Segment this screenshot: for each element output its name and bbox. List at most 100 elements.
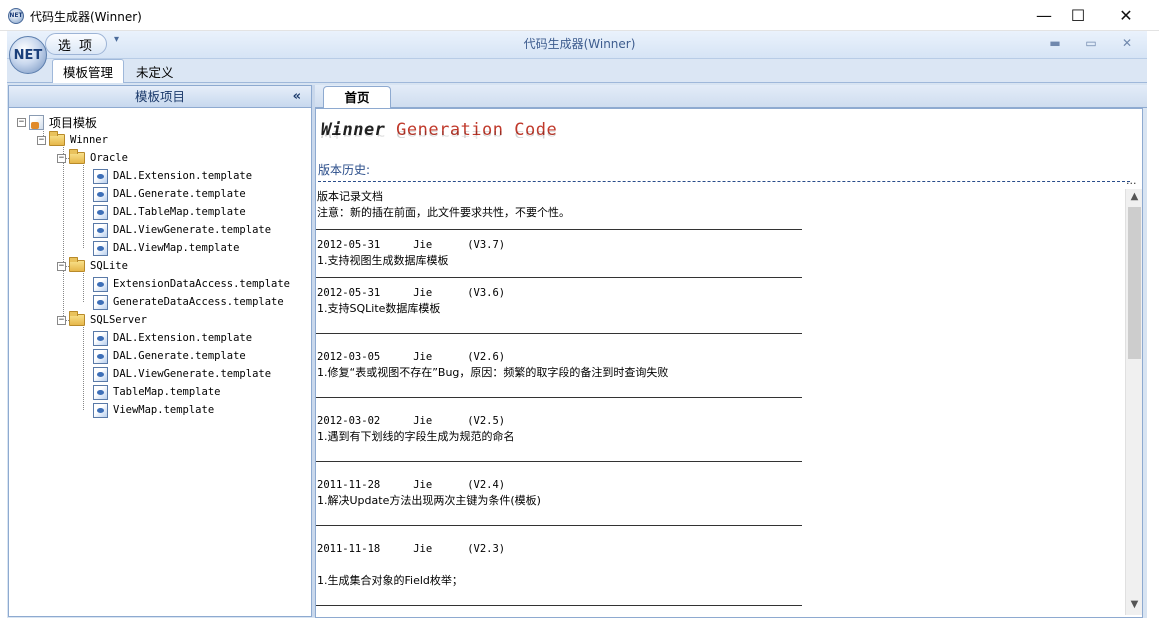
entry-version: (V3.7) bbox=[467, 239, 506, 251]
tree-folder-sqlserver[interactable]: − SQLServer bbox=[57, 311, 147, 329]
entry-version: (V3.6) bbox=[467, 287, 506, 299]
separator bbox=[316, 333, 802, 334]
template-file-icon bbox=[93, 384, 108, 400]
history-divider bbox=[318, 181, 1130, 182]
entry-version: (V2.6) bbox=[467, 351, 506, 363]
tree-label: DAL.Extension.template bbox=[113, 170, 253, 182]
tree-label: DAL.Generate.template bbox=[113, 350, 246, 362]
tree-label: DAL.Extension.template bbox=[113, 332, 253, 344]
more-icon[interactable]: ... bbox=[1126, 174, 1137, 187]
template-project-panel: 模板项目 « − 项目模板 − Winner − Oracle DAL.Exte… bbox=[8, 85, 312, 617]
entry-version: (V2.5) bbox=[467, 415, 506, 427]
separator bbox=[316, 525, 802, 526]
entry-meta: 2012-05-31 Jie (V3.6) bbox=[317, 285, 505, 301]
collapse-icon[interactable]: − bbox=[57, 153, 66, 163]
tree-label: ViewMap.template bbox=[113, 404, 215, 416]
version-history-label: 版本历史: bbox=[318, 163, 371, 177]
orb-label: NET bbox=[13, 47, 43, 63]
entry-author: Jie bbox=[413, 479, 433, 491]
tree-label: ExtensionDataAccess.template bbox=[113, 278, 291, 290]
tab-undefined[interactable]: 未定义 bbox=[126, 59, 184, 83]
window-title-bar: NET 代码生成器(Winner) — ☐ ✕ bbox=[0, 0, 1159, 31]
panel-title: 模板项目 bbox=[134, 89, 185, 104]
separator bbox=[316, 229, 802, 230]
separator bbox=[316, 605, 802, 606]
entry-author: Jie bbox=[413, 239, 433, 251]
separator bbox=[316, 397, 802, 398]
mdi-restore-button[interactable]: ▭ bbox=[1081, 36, 1101, 50]
version-log-textbox[interactable]: 版本记录文档 注意：新的插在前面，此文件要求共性，不要个性。 2012-05-3… bbox=[316, 189, 1125, 614]
entry-meta: 2012-03-02 Jie (V2.5) bbox=[317, 413, 505, 429]
tree-file[interactable]: DAL.ViewMap.template bbox=[93, 239, 239, 257]
collapse-icon[interactable]: − bbox=[57, 315, 66, 325]
panel-header: 模板项目 bbox=[9, 86, 311, 108]
entry-author: Jie bbox=[413, 287, 433, 299]
banner-reflection-winner: Winner bbox=[321, 128, 386, 139]
folder-icon bbox=[49, 131, 65, 146]
template-file-icon bbox=[93, 402, 108, 418]
tree-folder-oracle[interactable]: − Oracle bbox=[57, 149, 128, 167]
app-icon: NET bbox=[8, 8, 24, 24]
tree-file[interactable]: ViewMap.template bbox=[93, 401, 214, 419]
mdi-close-button[interactable]: ✕ bbox=[1117, 36, 1137, 50]
tree-label: TableMap.template bbox=[113, 386, 221, 398]
template-file-icon bbox=[93, 222, 108, 238]
tree-folder-sqlite[interactable]: − SQLite bbox=[57, 257, 128, 275]
tree-file[interactable]: GenerateDataAccess.template bbox=[93, 293, 284, 311]
tree-file[interactable]: DAL.Generate.template bbox=[93, 185, 246, 203]
tree-label: SQLite bbox=[90, 260, 128, 272]
entry-text: 1.支持SQLite数据库模板 bbox=[317, 302, 441, 315]
tree-label: DAL.ViewGenerate.template bbox=[113, 368, 272, 380]
tree-file[interactable]: DAL.Extension.template bbox=[93, 167, 252, 185]
entry-date: 2011-11-18 bbox=[317, 543, 381, 555]
tree-label: 项目模板 bbox=[49, 115, 98, 130]
tree-folder-winner[interactable]: − Winner bbox=[37, 131, 108, 149]
collapse-icon[interactable]: − bbox=[17, 117, 26, 127]
collapse-panel-icon[interactable]: « bbox=[293, 86, 301, 108]
tree-file[interactable]: ExtensionDataAccess.template bbox=[93, 275, 290, 293]
maximize-button[interactable]: ☐ bbox=[1055, 0, 1101, 31]
scroll-up-icon[interactable]: ▲ bbox=[1126, 191, 1143, 205]
application-orb-button[interactable]: NET bbox=[9, 36, 47, 74]
tree-label: Oracle bbox=[90, 152, 128, 164]
template-file-icon bbox=[93, 204, 108, 220]
entry-text: 1.生成集合对象的Field枚举； bbox=[317, 574, 463, 587]
tree-root[interactable]: − 项目模板 bbox=[17, 113, 97, 131]
collapse-icon[interactable]: − bbox=[57, 261, 66, 271]
entry-text: 1.修复“表或视图不存在”Bug，原因：频繁的取字段的备注到时查询失败 bbox=[317, 366, 669, 379]
entry-meta: 2011-11-28 Jie (V2.4) bbox=[317, 477, 505, 493]
tree-file[interactable]: DAL.TableMap.template bbox=[93, 203, 246, 221]
project-icon bbox=[29, 114, 44, 130]
tree-file[interactable]: DAL.Extension.template bbox=[93, 329, 252, 347]
entry-date: 2011-11-28 bbox=[317, 479, 381, 491]
scroll-down-icon[interactable]: ▼ bbox=[1126, 599, 1143, 613]
tab-template-management[interactable]: 模板管理 bbox=[52, 59, 125, 84]
scroll-thumb[interactable] bbox=[1128, 207, 1141, 359]
tree-file[interactable]: DAL.ViewGenerate.template bbox=[93, 365, 271, 383]
tree-label: DAL.Generate.template bbox=[113, 188, 246, 200]
entry-meta: 2011-11-18 Jie (V2.3) bbox=[317, 541, 505, 557]
folder-icon bbox=[69, 257, 85, 272]
tree-file[interactable]: TableMap.template bbox=[93, 383, 220, 401]
banner-reflection-rest: Generation Code bbox=[385, 128, 558, 139]
tree-label: Winner bbox=[70, 134, 108, 146]
template-file-icon bbox=[93, 240, 108, 256]
collapse-icon[interactable]: − bbox=[37, 135, 46, 145]
mdi-minimize-button[interactable]: ▬ bbox=[1045, 36, 1065, 50]
tab-home[interactable]: 首页 bbox=[323, 86, 391, 109]
folder-icon bbox=[69, 311, 85, 326]
entry-version: (V2.4) bbox=[467, 479, 506, 491]
entry-version: (V2.3) bbox=[467, 543, 506, 555]
separator bbox=[316, 461, 802, 462]
entry-author: Jie bbox=[413, 351, 433, 363]
template-file-icon bbox=[93, 168, 108, 184]
entry-date: 2012-05-31 bbox=[317, 287, 381, 299]
window-title: 代码生成器(Winner) bbox=[30, 10, 142, 24]
template-file-icon bbox=[93, 330, 108, 346]
banner-reflection: Winner Generation Code bbox=[321, 128, 557, 139]
vertical-scrollbar[interactable]: ▲ ▼ bbox=[1125, 189, 1142, 615]
tree-label: SQLServer bbox=[90, 314, 147, 326]
tree-file[interactable]: DAL.Generate.template bbox=[93, 347, 246, 365]
close-button[interactable]: ✕ bbox=[1103, 0, 1149, 31]
tree-file[interactable]: DAL.ViewGenerate.template bbox=[93, 221, 271, 239]
